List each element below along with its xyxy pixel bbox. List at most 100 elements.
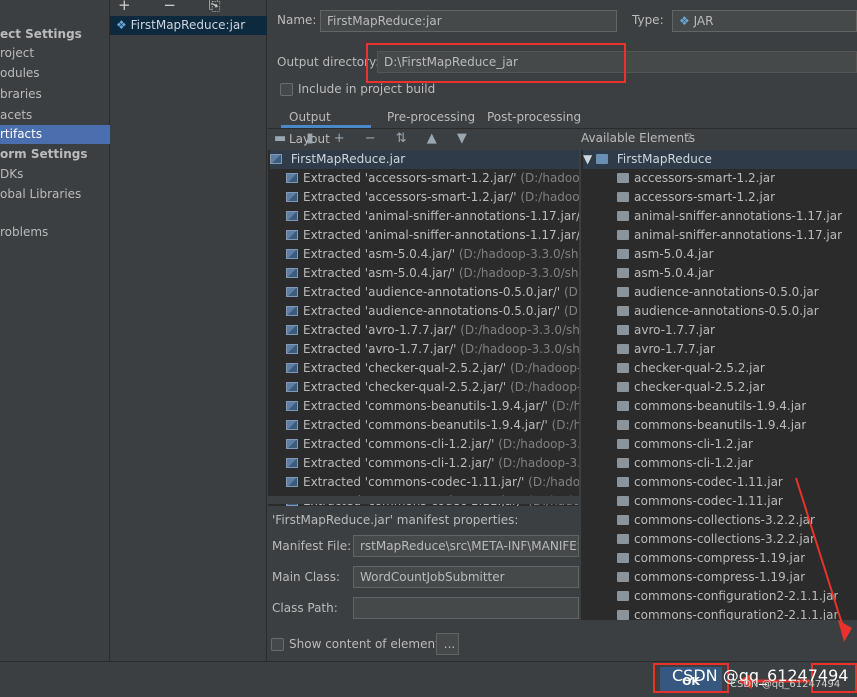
- available-root[interactable]: ▼ FirstMapReduce: [583, 150, 857, 169]
- highlight-box: [366, 43, 626, 83]
- layout-row[interactable]: Extracted 'accessors-smart-1.2.jar/' (D:…: [286, 169, 579, 188]
- layout-row[interactable]: Extracted 'checker-qual-2.5.2.jar/' (D:/…: [286, 378, 579, 397]
- layout-row[interactable]: Extracted 'avro-1.7.7.jar/' (D:/hadoop-3…: [286, 321, 579, 340]
- nav-item[interactable]: roblems: [0, 223, 110, 242]
- extracted-icon: [286, 401, 298, 411]
- nav-item[interactable]: rtifacts: [0, 125, 110, 144]
- layout-row[interactable]: Extracted 'commons-beanutils-1.9.4.jar/'…: [286, 397, 579, 416]
- layout-row-name: Extracted 'audience-annotations-0.5.0.ja…: [303, 285, 561, 299]
- available-row[interactable]: audience-annotations-0.5.0.jar: [617, 302, 819, 321]
- available-row[interactable]: animal-sniffer-annotations-1.17.jar: [617, 226, 842, 245]
- available-row-label: accessors-smart-1.2.jar: [634, 190, 776, 204]
- library-icon: [617, 534, 629, 544]
- layout-root-label: FirstMapReduce.jar: [290, 152, 406, 166]
- available-row-label: audience-annotations-0.5.0.jar: [634, 285, 819, 299]
- layout-row[interactable]: Extracted 'commons-codec-1.11.jar/' (D:/…: [286, 473, 579, 492]
- artifact-toolbar[interactable]: + − ⎘: [118, 0, 235, 14]
- artifact-item[interactable]: ❖ FirstMapReduce:jar: [110, 16, 267, 35]
- nav-item[interactable]: DKs: [0, 165, 110, 184]
- library-icon: [617, 572, 629, 582]
- library-icon: [617, 553, 629, 563]
- expand-arrow-icon: ▼: [583, 152, 597, 166]
- nav-item[interactable]: roject: [0, 44, 110, 63]
- available-row[interactable]: accessors-smart-1.2.jar: [617, 188, 775, 207]
- available-row[interactable]: checker-qual-2.5.2.jar: [617, 378, 765, 397]
- layout-row[interactable]: Extracted 'accessors-smart-1.2.jar/' (D:…: [286, 188, 579, 207]
- extracted-icon: [286, 325, 298, 335]
- tab-output-layout[interactable]: Output Layout: [281, 106, 371, 146]
- type-value: JAR: [693, 14, 714, 28]
- layout-row[interactable]: Extracted 'animal-sniffer-annotations-1.…: [286, 226, 579, 245]
- available-row-label: commons-cli-1.2.jar: [634, 437, 753, 451]
- main-class-input[interactable]: WordCountJobSubmitter: [353, 566, 579, 588]
- show-content-checkbox[interactable]: [271, 638, 284, 651]
- class-path-input[interactable]: [353, 597, 579, 619]
- watermark-small: CSDN @qq_61247494: [730, 679, 841, 690]
- available-row-label: accessors-smart-1.2.jar: [634, 171, 776, 185]
- nav-item[interactable]: obal Libraries: [0, 185, 110, 204]
- extracted-icon: [286, 230, 298, 240]
- name-label: Name:: [277, 13, 317, 27]
- manifest-file-input[interactable]: rstMapReduce\src\META-INF\MANIFEST.M: [353, 535, 579, 557]
- extracted-icon: [286, 477, 298, 487]
- extracted-icon: [286, 420, 298, 430]
- include-checkbox[interactable]: [280, 83, 293, 96]
- layout-row-path: (D:/hadoo: [563, 285, 579, 299]
- layout-row[interactable]: Extracted 'asm-5.0.4.jar/' (D:/hadoop-3.…: [286, 264, 579, 283]
- available-row[interactable]: checker-qual-2.5.2.jar: [617, 359, 765, 378]
- extracted-icon: [286, 192, 298, 202]
- help-icon[interactable]: ?: [686, 131, 692, 145]
- layout-row[interactable]: Extracted 'avro-1.7.7.jar/' (D:/hadoop-3…: [286, 340, 579, 359]
- name-input[interactable]: FirstMapReduce:jar: [320, 10, 617, 32]
- library-icon: [617, 287, 629, 297]
- layout-row-name: Extracted 'accessors-smart-1.2.jar/': [303, 171, 517, 185]
- nav-item[interactable]: orm Settings: [0, 145, 110, 164]
- available-row[interactable]: audience-annotations-0.5.0.jar: [617, 283, 819, 302]
- tab-pre-processing[interactable]: Pre-processing: [387, 106, 475, 128]
- type-select[interactable]: ❖ JAR: [672, 10, 857, 32]
- h-scrollbar[interactable]: [268, 496, 579, 504]
- available-row[interactable]: avro-1.7.7.jar: [617, 340, 715, 359]
- layout-row[interactable]: Extracted 'asm-5.0.4.jar/' (D:/hadoop-3.…: [286, 245, 579, 264]
- class-path-label: Class Path:: [272, 601, 338, 615]
- available-row[interactable]: asm-5.0.4.jar: [617, 245, 714, 264]
- settings-nav: ect Settings roject odules braries acets rtif…: [0, 0, 110, 661]
- available-row[interactable]: avro-1.7.7.jar: [617, 321, 715, 340]
- nav-item[interactable]: acets: [0, 106, 110, 125]
- library-icon: [617, 230, 629, 240]
- arrow-line: [795, 477, 845, 631]
- layout-row-name: Extracted 'avro-1.7.7.jar/': [303, 342, 457, 356]
- layout-row[interactable]: Extracted 'commons-cli-1.2.jar/' (D:/had…: [286, 454, 579, 473]
- library-icon: [617, 249, 629, 259]
- nav-item[interactable]: ect Settings: [0, 25, 110, 44]
- layout-toolbar[interactable]: ▬ ▮ + − ⇅ ▲ ▼: [274, 131, 475, 146]
- main-class-label: Main Class:: [272, 570, 341, 584]
- tab-post-processing[interactable]: Post-processing: [487, 106, 581, 128]
- layout-row[interactable]: Extracted 'audience-annotations-0.5.0.ja…: [286, 302, 579, 321]
- manifest-title: 'FirstMapReduce.jar' manifest properties…: [272, 513, 519, 527]
- layout-row[interactable]: Extracted 'checker-qual-2.5.2.jar/' (D:/…: [286, 359, 579, 378]
- available-row[interactable]: commons-beanutils-1.9.4.jar: [617, 397, 806, 416]
- more-button[interactable]: ...: [436, 633, 459, 655]
- layout-row-path: (D:/hadoop-3.3.0/s: [510, 361, 579, 375]
- artifact-item-label: FirstMapReduce:jar: [130, 18, 246, 32]
- layout-row[interactable]: Extracted 'commons-cli-1.2.jar/' (D:/had…: [286, 435, 579, 454]
- library-icon: [617, 363, 629, 373]
- available-row[interactable]: asm-5.0.4.jar: [617, 264, 714, 283]
- available-row[interactable]: accessors-smart-1.2.jar: [617, 169, 775, 188]
- layout-root[interactable]: FirstMapReduce.jar: [270, 150, 579, 169]
- layout-row-name: Extracted 'commons-beanutils-1.9.4.jar/': [303, 399, 548, 413]
- layout-row[interactable]: Extracted 'animal-sniffer-annotations-1.…: [286, 207, 579, 226]
- nav-item[interactable]: braries: [0, 85, 110, 104]
- layout-row[interactable]: Extracted 'commons-beanutils-1.9.4.jar/'…: [286, 416, 579, 435]
- nav-item[interactable]: odules: [0, 64, 110, 83]
- layout-row-path: (D:/hadoop-3.3.0/share/hac: [460, 323, 579, 337]
- library-icon: [617, 477, 629, 487]
- available-row[interactable]: commons-beanutils-1.9.4.jar: [617, 416, 806, 435]
- available-row[interactable]: animal-sniffer-annotations-1.17.jar: [617, 207, 842, 226]
- arrow-head: [838, 620, 852, 642]
- jar-icon: ❖: [116, 18, 127, 32]
- library-icon: [617, 306, 629, 316]
- layout-row[interactable]: Extracted 'audience-annotations-0.5.0.ja…: [286, 283, 579, 302]
- available-row[interactable]: commons-cli-1.2.jar: [617, 435, 753, 454]
